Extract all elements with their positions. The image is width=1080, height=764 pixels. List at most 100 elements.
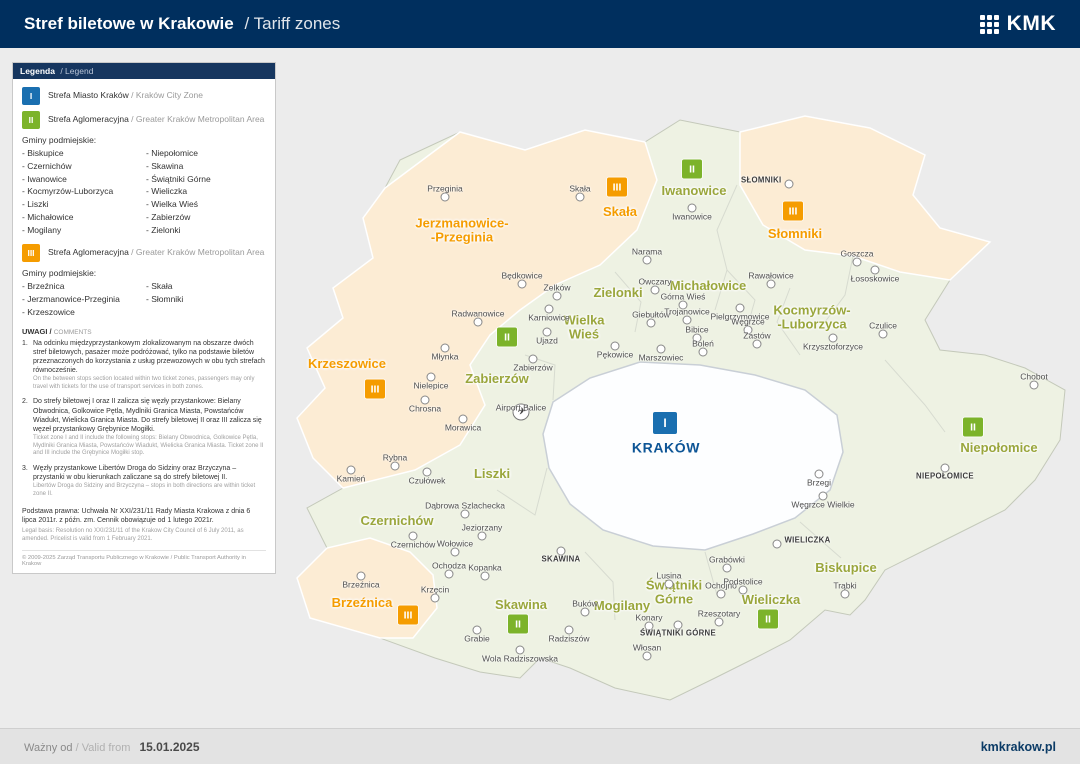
zone-3-sublabel: Gminy podmiejskie:: [22, 268, 266, 278]
town-marker: Nielepice: [427, 373, 436, 382]
town-dot-icon: [553, 292, 562, 301]
town-label: Pękowice: [597, 350, 633, 360]
kmk-logo-text: KMK: [1007, 12, 1056, 36]
town-label: Buków: [572, 599, 598, 609]
town-marker: Owczary: [651, 286, 660, 295]
town-dot-icon: [461, 510, 470, 519]
kmk-logo-icon: [980, 15, 999, 34]
town-label: Nielepice: [414, 381, 449, 391]
zone-badge: I: [653, 412, 677, 434]
town-label: NIEPOŁOMICE: [916, 472, 974, 481]
legend-zone-2: II Strefa Aglomeracyjna / Greater Kraków…: [22, 111, 266, 129]
municipality-item: Słomniki: [146, 293, 266, 306]
zone-badge: II: [963, 418, 983, 437]
comment-note: 1. Na odcinku międzyprzystankowym zlokal…: [22, 339, 266, 392]
town-dot-icon: [643, 652, 652, 661]
header-bar: Stref biletowe w Krakowie / Tariff zones…: [0, 0, 1080, 48]
town-label: Wola Radziszowska: [482, 654, 558, 664]
page-title-en: / Tariff zones: [244, 14, 340, 33]
town-marker: Boleń: [699, 348, 708, 357]
municipality-item: Brzeźnica: [22, 280, 142, 293]
town-label: Jeziorzany: [462, 523, 503, 533]
copyright-line: © 2009-2025 Zarząd Transportu Publiczneg…: [22, 550, 266, 567]
tariff-zones-map: Jerzmanowice- -Przeginia Skała Iwanowice…: [285, 60, 1070, 720]
zone-label: Skała: [603, 205, 637, 219]
town-dot-icon: [391, 462, 400, 471]
zone-label: Brzeźnica: [332, 596, 393, 610]
zone-label: Liszki: [474, 467, 510, 481]
valid-from-date: 15.01.2025: [139, 740, 199, 754]
zone-3-name: Strefa Aglomeracyjna / Greater Kraków Me…: [48, 244, 264, 258]
town-marker: Brzeźnica: [357, 572, 366, 581]
town-label: Konary: [636, 613, 663, 623]
town-marker: Skała: [576, 193, 585, 202]
town-marker: Lusina: [665, 580, 674, 589]
town-label: Czernichów: [391, 540, 435, 550]
town-marker: Narama: [643, 256, 652, 265]
zone-3-badge: III: [22, 244, 40, 262]
zone-badge: III: [607, 178, 627, 197]
town-marker: Zastów: [753, 340, 762, 349]
zone-label: Jerzmanowice- -Przeginia: [415, 217, 508, 246]
municipality-item: Zielonki: [146, 224, 266, 237]
municipality-item: Biskupice: [22, 147, 142, 160]
town-label: Krzęcin: [421, 585, 449, 595]
town-dot-icon: [647, 319, 656, 328]
legend-title-en: / Legend: [60, 66, 93, 76]
town-label: Radwanowice: [452, 309, 505, 319]
town-dot-icon: [683, 316, 692, 325]
valid-from: Ważny od / Valid from 15.01.2025: [24, 740, 200, 754]
town-label: ŚWIĄTNIKI GÓRNE: [640, 629, 716, 638]
town-marker: SKAWINA: [557, 547, 566, 556]
zone-2-sublabel: Gminy podmiejskie:: [22, 135, 266, 145]
town-label: Bibice: [685, 325, 708, 335]
town-dot-icon: [651, 286, 660, 295]
town-marker: Morawica: [459, 415, 468, 424]
town-label: Iwanowice: [672, 212, 712, 222]
zone-label: Świątniki Górne: [646, 579, 702, 608]
town-label: SKAWINA: [542, 555, 581, 564]
town-marker: Chobot: [1030, 381, 1039, 390]
zone-3-municipalities: BrzeźnicaJerzmanowice-PrzeginiaKrzeszowi…: [22, 280, 266, 318]
town-label: Rybna: [383, 453, 408, 463]
town-label: Karniowice: [528, 313, 570, 323]
page-title: Stref biletowe w Krakowie / Tariff zones: [24, 14, 340, 34]
town-marker: Trojanowice: [683, 316, 692, 325]
municipality-item: Liszki: [22, 198, 142, 211]
town-label: Łososkowice: [851, 274, 900, 284]
town-dot-icon: [739, 586, 748, 595]
town-dot-icon: [451, 548, 460, 557]
town-marker: Zelków: [553, 292, 562, 301]
zone-2-col-1: BiskupiceCzernichówIwanowiceKocmyrzów-Lu…: [22, 147, 142, 236]
town-dot-icon: [717, 590, 726, 599]
zone-badge: III: [365, 380, 385, 399]
town-marker: Przeginia: [441, 193, 450, 202]
page-title-pl: Stref biletowe w Krakowie: [24, 14, 234, 33]
zone-label: Zabierzów: [465, 372, 529, 386]
town-label: Chobot: [1020, 372, 1047, 382]
zone-badge: II: [682, 160, 702, 179]
town-label: WIELICZKA: [785, 536, 831, 545]
zone-label: Mogilany: [594, 599, 650, 613]
legend-zone-1: I Strefa Miasto Kraków / Kraków City Zon…: [22, 87, 266, 105]
town-label: Zelków: [544, 283, 571, 293]
town-label: Zastów: [743, 331, 770, 341]
comment-note: 2. Do strefy biletowej I oraz II zalicza…: [22, 397, 266, 458]
town-label: Trojanowice: [664, 307, 710, 317]
municipality-item: Wieliczka: [146, 185, 266, 198]
municipality-item: Niepołomice: [146, 147, 266, 160]
zone-badge: II: [497, 328, 517, 347]
municipality-item: Iwanowice: [22, 173, 142, 186]
municipality-item: Mogilany: [22, 224, 142, 237]
town-marker: Rzeszotary: [715, 618, 724, 627]
town-marker: Rawałowice: [767, 280, 776, 289]
town-dot-icon: [723, 564, 732, 573]
website-link[interactable]: kmkrakow.pl: [981, 740, 1056, 754]
legal-basis-pl: Podstawa prawna: Uchwała Nr XXI/231/11 R…: [22, 507, 266, 526]
town-marker: Grabówki: [723, 564, 732, 573]
town-marker: Zabierzów: [529, 355, 538, 364]
zone-label: Słomniki: [768, 227, 822, 241]
kmk-logo: KMK: [980, 12, 1056, 36]
zone-label: Wieliczka: [742, 593, 800, 607]
town-dot-icon: [853, 258, 862, 267]
